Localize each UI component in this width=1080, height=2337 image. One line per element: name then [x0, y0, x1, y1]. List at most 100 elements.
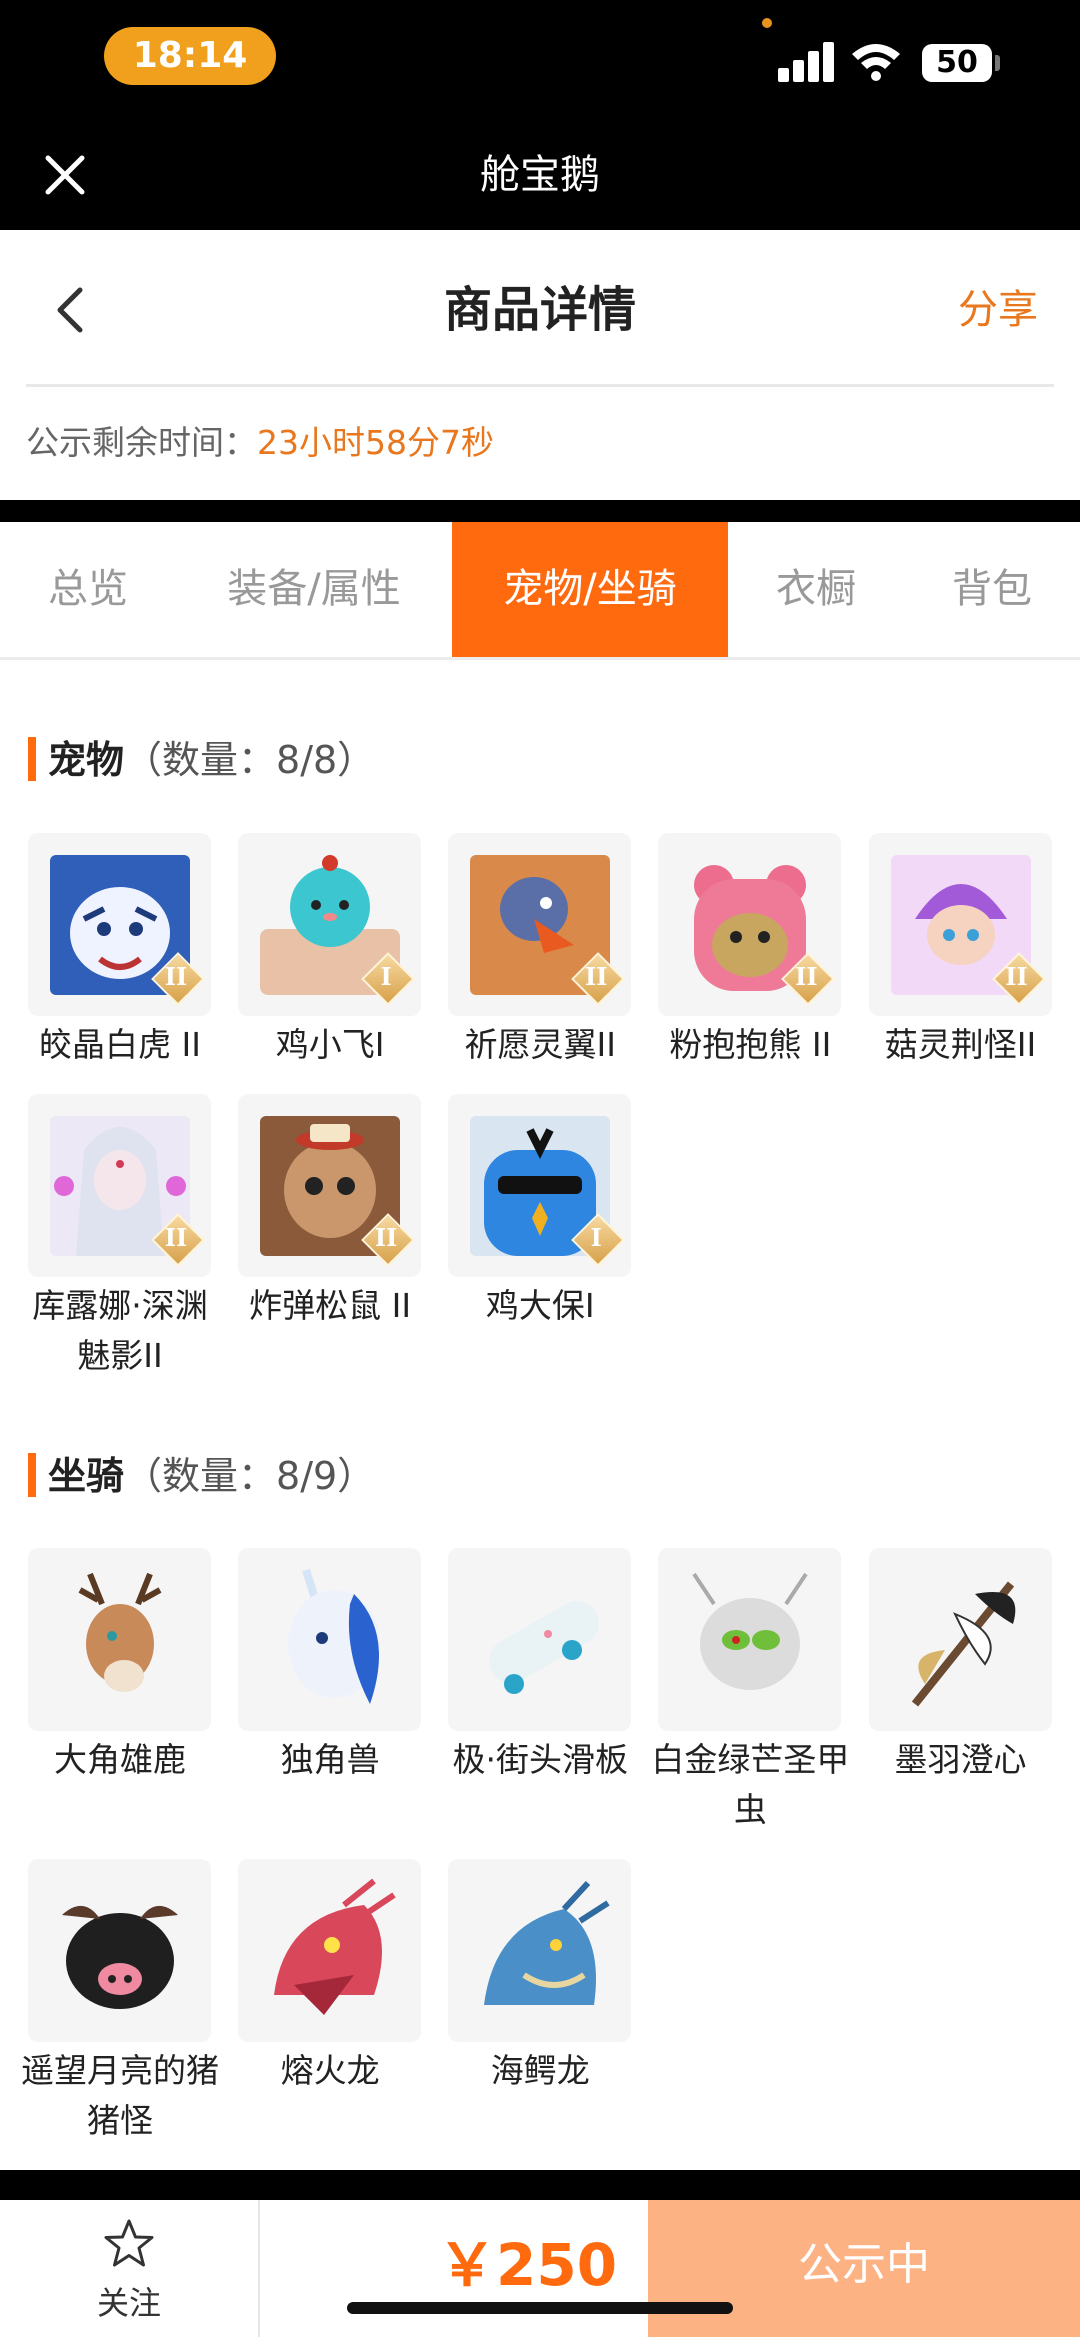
pet-name: 粉抱抱熊 II	[669, 1025, 832, 1064]
grade-badge-label: II	[164, 1223, 188, 1252]
pets-section-header: 宠物（数量：8/8）	[28, 730, 375, 790]
pet-thumbnail[interactable]: II	[868, 833, 1052, 1016]
mount-name: 大角雄鹿	[54, 1740, 186, 1779]
mount-item[interactable]: 墨羽澄心	[868, 1548, 1052, 1785]
mounts-count: （数量：8/9）	[124, 1454, 376, 1498]
skateboard-icon	[489, 1601, 600, 1694]
grade-badge-label: II	[164, 962, 188, 991]
pet-item[interactable]: I 鸡小飞I	[238, 833, 422, 1070]
tab-equipment[interactable]: 装备/属性	[176, 522, 452, 657]
pet-item[interactable]: II 菇灵荆怪II	[868, 833, 1052, 1070]
grade-badge-icon: II	[361, 1213, 415, 1267]
battery-tip	[995, 55, 1000, 71]
grade-badge-label: II	[1005, 962, 1028, 991]
tab-backpack[interactable]: 背包	[904, 522, 1080, 657]
pet-name: 炸弹松鼠 II	[249, 1286, 412, 1325]
pet-item[interactable]: I 鸡大保I	[448, 1094, 632, 1331]
pet-item[interactable]: II 皎晶白虎 II	[28, 833, 211, 1070]
red-dragon-icon	[274, 1878, 396, 2015]
section-accent-bar	[28, 736, 36, 781]
section-separator	[0, 500, 1080, 522]
publicity-status-button[interactable]: 公示中	[648, 2200, 1080, 2337]
pet-thumbnail[interactable]: II	[448, 833, 632, 1016]
pet-name: 菇灵荆怪II	[884, 1025, 1037, 1064]
blue-dragon-icon	[484, 1880, 610, 2005]
mount-item[interactable]: 熔火龙	[238, 1859, 422, 2096]
beetle-icon	[692, 1572, 809, 1690]
grade-badge-label: I	[380, 962, 392, 991]
star-icon	[104, 2219, 154, 2267]
pet-thumbnail[interactable]: I	[448, 1094, 632, 1277]
grade-badge-icon: II	[781, 952, 836, 1006]
wifi-icon	[852, 44, 900, 81]
grade-badge-icon: II	[151, 1213, 205, 1267]
grade-badge-icon: II	[991, 952, 1046, 1006]
mounts-title: 坐骑	[48, 1454, 125, 1498]
tab-wardrobe[interactable]: 衣橱	[728, 522, 904, 657]
pet-thumbnail[interactable]: II	[658, 833, 842, 1016]
stag-icon	[78, 1572, 162, 1692]
pet-name: 祈愿灵翼II	[464, 1025, 616, 1064]
follow-button[interactable]: 关注	[0, 2200, 260, 2337]
mount-item[interactable]: 白金绿芒圣甲虫	[651, 1548, 849, 1835]
mount-thumbnail[interactable]	[868, 1548, 1052, 1731]
home-indicator	[347, 2302, 733, 2314]
pet-thumbnail[interactable]: II	[238, 1094, 422, 1277]
countdown-row: 公示剩余时间：23小时58分7秒	[26, 415, 494, 471]
grade-badge-icon: II	[571, 952, 626, 1006]
mount-item[interactable]: 极·街头滑板	[448, 1548, 632, 1785]
privacy-indicator-dot	[762, 18, 772, 28]
mount-item[interactable]: 独角兽	[238, 1548, 422, 1785]
mount-thumbnail[interactable]	[28, 1548, 211, 1731]
grade-badge-label: I	[590, 1223, 602, 1252]
follow-label: 关注	[96, 2284, 161, 2322]
countdown-value: 23小时58分7秒	[257, 423, 494, 462]
pets-title: 宠物	[48, 738, 125, 782]
black-pig-icon	[62, 1905, 178, 2009]
tab-overview[interactable]: 总览	[0, 522, 176, 657]
pets-count: （数量：8/8）	[124, 738, 376, 782]
mount-thumbnail[interactable]	[238, 1859, 422, 2042]
pet-name: 皎晶白虎 II	[39, 1025, 201, 1064]
countdown-label: 公示剩余时间：	[26, 423, 257, 462]
pet-item[interactable]: II 粉抱抱熊 II	[658, 833, 842, 1070]
feather-sword-icon	[911, 1581, 1015, 1707]
page-title: 商品详情	[443, 282, 636, 338]
grade-badge-label: II	[585, 962, 608, 991]
share-button[interactable]: 分享	[958, 270, 1038, 350]
mount-thumbnail[interactable]	[238, 1548, 422, 1731]
bottom-separator	[0, 2170, 1080, 2200]
page-header: 商品详情 分享	[0, 230, 1080, 385]
app-title: 舱宝鹅	[480, 152, 600, 198]
mount-name: 熔火龙	[280, 2051, 380, 2090]
mount-thumbnail[interactable]	[658, 1548, 842, 1731]
pet-item[interactable]: II 祈愿灵翼II	[448, 833, 632, 1070]
mount-name: 极·街头滑板	[452, 1740, 629, 1779]
price-value: ￥250	[438, 2231, 618, 2299]
mounts-section-header: 坐骑（数量：8/9）	[28, 1446, 375, 1506]
mount-thumbnail[interactable]	[448, 1859, 632, 2042]
unicorn-icon	[288, 1568, 381, 1704]
pet-item[interactable]: II 库露娜·深渊魅影II	[28, 1094, 211, 1381]
section-accent-bar	[28, 1452, 36, 1497]
pet-name: 库露娜·深渊魅影II	[32, 1286, 208, 1375]
app-topbar: 18:14 50 舱宝鹅	[0, 0, 1080, 230]
pet-thumbnail[interactable]: II	[28, 1094, 211, 1277]
signal-icon	[778, 40, 834, 82]
grade-badge-icon: II	[151, 952, 205, 1006]
mount-item[interactable]: 海鳄龙	[448, 1859, 632, 2096]
mount-thumbnail[interactable]	[448, 1548, 632, 1731]
tab-pets-mounts[interactable]: 宠物/坐骑	[452, 522, 728, 657]
status-time: 18:14	[104, 27, 276, 85]
pet-name: 鸡小飞I	[275, 1025, 385, 1064]
mount-thumbnail[interactable]	[28, 1859, 211, 2042]
pet-thumbnail[interactable]: I	[238, 833, 422, 1016]
pet-thumbnail[interactable]: II	[28, 833, 211, 1016]
mount-name: 遥望月亮的猪猪怪	[21, 2051, 219, 2140]
mount-item[interactable]: 大角雄鹿	[28, 1548, 211, 1785]
pet-name: 鸡大保I	[485, 1286, 595, 1325]
pet-item[interactable]: II 炸弹松鼠 II	[238, 1094, 422, 1331]
mount-name: 白金绿芒圣甲虫	[651, 1740, 850, 1829]
tab-bar: 总览 装备/属性 宠物/坐骑 衣橱 背包	[0, 522, 1080, 660]
mount-item[interactable]: 遥望月亮的猪猪怪	[21, 1859, 219, 2146]
